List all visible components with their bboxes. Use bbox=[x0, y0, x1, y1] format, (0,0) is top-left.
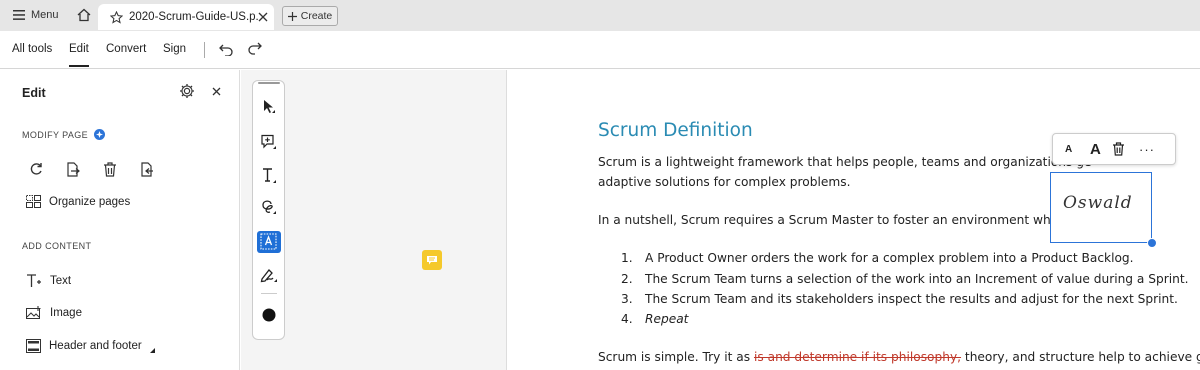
star-icon[interactable] bbox=[110, 10, 123, 24]
delete-page-icon[interactable] bbox=[103, 162, 140, 177]
redo-icon[interactable] bbox=[248, 42, 262, 56]
gear-icon[interactable] bbox=[179, 83, 195, 99]
paragraph-1-line-2: adaptive solutions for complex problems. bbox=[598, 175, 851, 189]
organize-pages-icon bbox=[26, 195, 41, 208]
signature-box[interactable]: Oswald bbox=[1050, 172, 1152, 243]
list-number: 4. bbox=[621, 312, 633, 326]
tab-bar: Menu 2020-Scrum-Guide-US.p... Create bbox=[0, 0, 1200, 31]
list-item: The Scrum Team and its stakeholders insp… bbox=[645, 292, 1178, 306]
list-number: 1. bbox=[621, 251, 633, 265]
draw-tool-icon[interactable] bbox=[257, 196, 281, 218]
add-text-item[interactable]: Text bbox=[26, 273, 71, 289]
menu-bar: All tools Edit Convert Sign bbox=[0, 31, 1200, 69]
struck-text: is and determine if its philosophy, bbox=[753, 350, 962, 364]
modify-page-label: MODIFY PAGE bbox=[22, 129, 89, 140]
extract-page-icon[interactable] bbox=[66, 162, 103, 177]
add-image-icon bbox=[26, 306, 42, 320]
menu-divider bbox=[204, 42, 205, 58]
header-footer-icon bbox=[26, 339, 41, 353]
close-panel-icon[interactable] bbox=[212, 87, 221, 96]
menu-convert[interactable]: Convert bbox=[106, 43, 146, 55]
add-content-label: ADD CONTENT bbox=[22, 241, 92, 251]
modify-page-heading: MODIFY PAGE bbox=[22, 129, 106, 140]
add-image-label: Image bbox=[50, 307, 82, 319]
insert-page-icon[interactable] bbox=[140, 162, 177, 177]
edit-panel: Edit MODIFY PAGE Organize pages ADD CONT… bbox=[0, 70, 240, 370]
paragraph-3-end: theory, and structure help to achieve go… bbox=[964, 350, 1200, 364]
signature-toolbar: A A ··· bbox=[1052, 133, 1176, 165]
document-heading: Scrum Definition bbox=[598, 120, 753, 141]
rotate-icon[interactable] bbox=[29, 162, 66, 177]
close-icon[interactable] bbox=[258, 12, 268, 22]
list-number: 2. bbox=[621, 272, 633, 286]
menu-label: Menu bbox=[31, 9, 59, 21]
signature-text: Oswald bbox=[1063, 193, 1133, 213]
paragraph-3-start: Scrum is simple. Try it as bbox=[598, 350, 754, 364]
comment-note-icon[interactable] bbox=[422, 250, 442, 270]
submenu-triangle-icon bbox=[149, 340, 155, 353]
increase-size-button[interactable]: A bbox=[1090, 141, 1112, 158]
list-number: 3. bbox=[621, 292, 633, 306]
page-tools bbox=[29, 162, 177, 177]
list-item: The Scrum Team turns a selection of the … bbox=[645, 272, 1189, 286]
header-footer-label: Header and footer bbox=[49, 340, 142, 352]
hamburger-icon bbox=[13, 10, 25, 20]
trash-icon[interactable] bbox=[1112, 142, 1125, 156]
rail-divider bbox=[261, 293, 277, 294]
select-tool-icon[interactable] bbox=[257, 96, 281, 118]
menu-sign[interactable]: Sign bbox=[163, 43, 186, 55]
menu-edit[interactable]: Edit bbox=[69, 43, 89, 67]
paragraph-1-line-1: Scrum is a lightweight framework that he… bbox=[598, 155, 1092, 169]
info-icon[interactable] bbox=[94, 129, 106, 140]
tab-document[interactable]: 2020-Scrum-Guide-US.p... bbox=[98, 4, 274, 30]
panel-title: Edit bbox=[22, 86, 46, 100]
list-item: Repeat bbox=[645, 312, 689, 326]
add-image-item[interactable]: Image bbox=[26, 306, 82, 320]
header-footer-item[interactable]: Header and footer bbox=[26, 339, 155, 353]
menu-all-tools[interactable]: All tools bbox=[12, 43, 52, 55]
create-button[interactable]: Create bbox=[282, 6, 338, 26]
add-content-heading: ADD CONTENT bbox=[22, 241, 91, 251]
plus-icon bbox=[287, 11, 297, 21]
more-options-button[interactable]: ··· bbox=[1139, 142, 1155, 157]
text-tool-icon[interactable] bbox=[257, 164, 281, 186]
paragraph-3: Scrum is simple. Try it as is and determ… bbox=[598, 350, 1200, 364]
organize-pages-item[interactable]: Organize pages bbox=[26, 195, 130, 208]
undo-icon[interactable] bbox=[219, 44, 233, 56]
sign-tool-icon[interactable] bbox=[257, 264, 281, 286]
create-label: Create bbox=[300, 10, 333, 22]
list-item: A Product Owner orders the work for a co… bbox=[645, 251, 1134, 265]
add-comment-icon[interactable] bbox=[257, 131, 281, 153]
tool-rail bbox=[252, 80, 285, 340]
organize-pages-label: Organize pages bbox=[49, 195, 131, 208]
decrease-size-button[interactable]: A bbox=[1065, 144, 1090, 155]
menu-button[interactable]: Menu bbox=[13, 9, 59, 21]
home-icon[interactable] bbox=[77, 8, 91, 22]
text-box-tool-icon[interactable] bbox=[257, 231, 281, 253]
add-text-label: Text bbox=[50, 275, 72, 287]
paragraph-2: In a nutshell, Scrum requires a Scrum Ma… bbox=[598, 213, 1075, 227]
color-swatch-icon[interactable] bbox=[257, 304, 281, 326]
rail-grip[interactable] bbox=[258, 82, 280, 84]
add-text-icon bbox=[26, 273, 42, 289]
tab-document-title: 2020-Scrum-Guide-US.p... bbox=[129, 11, 258, 23]
resize-handle[interactable] bbox=[1147, 238, 1157, 248]
